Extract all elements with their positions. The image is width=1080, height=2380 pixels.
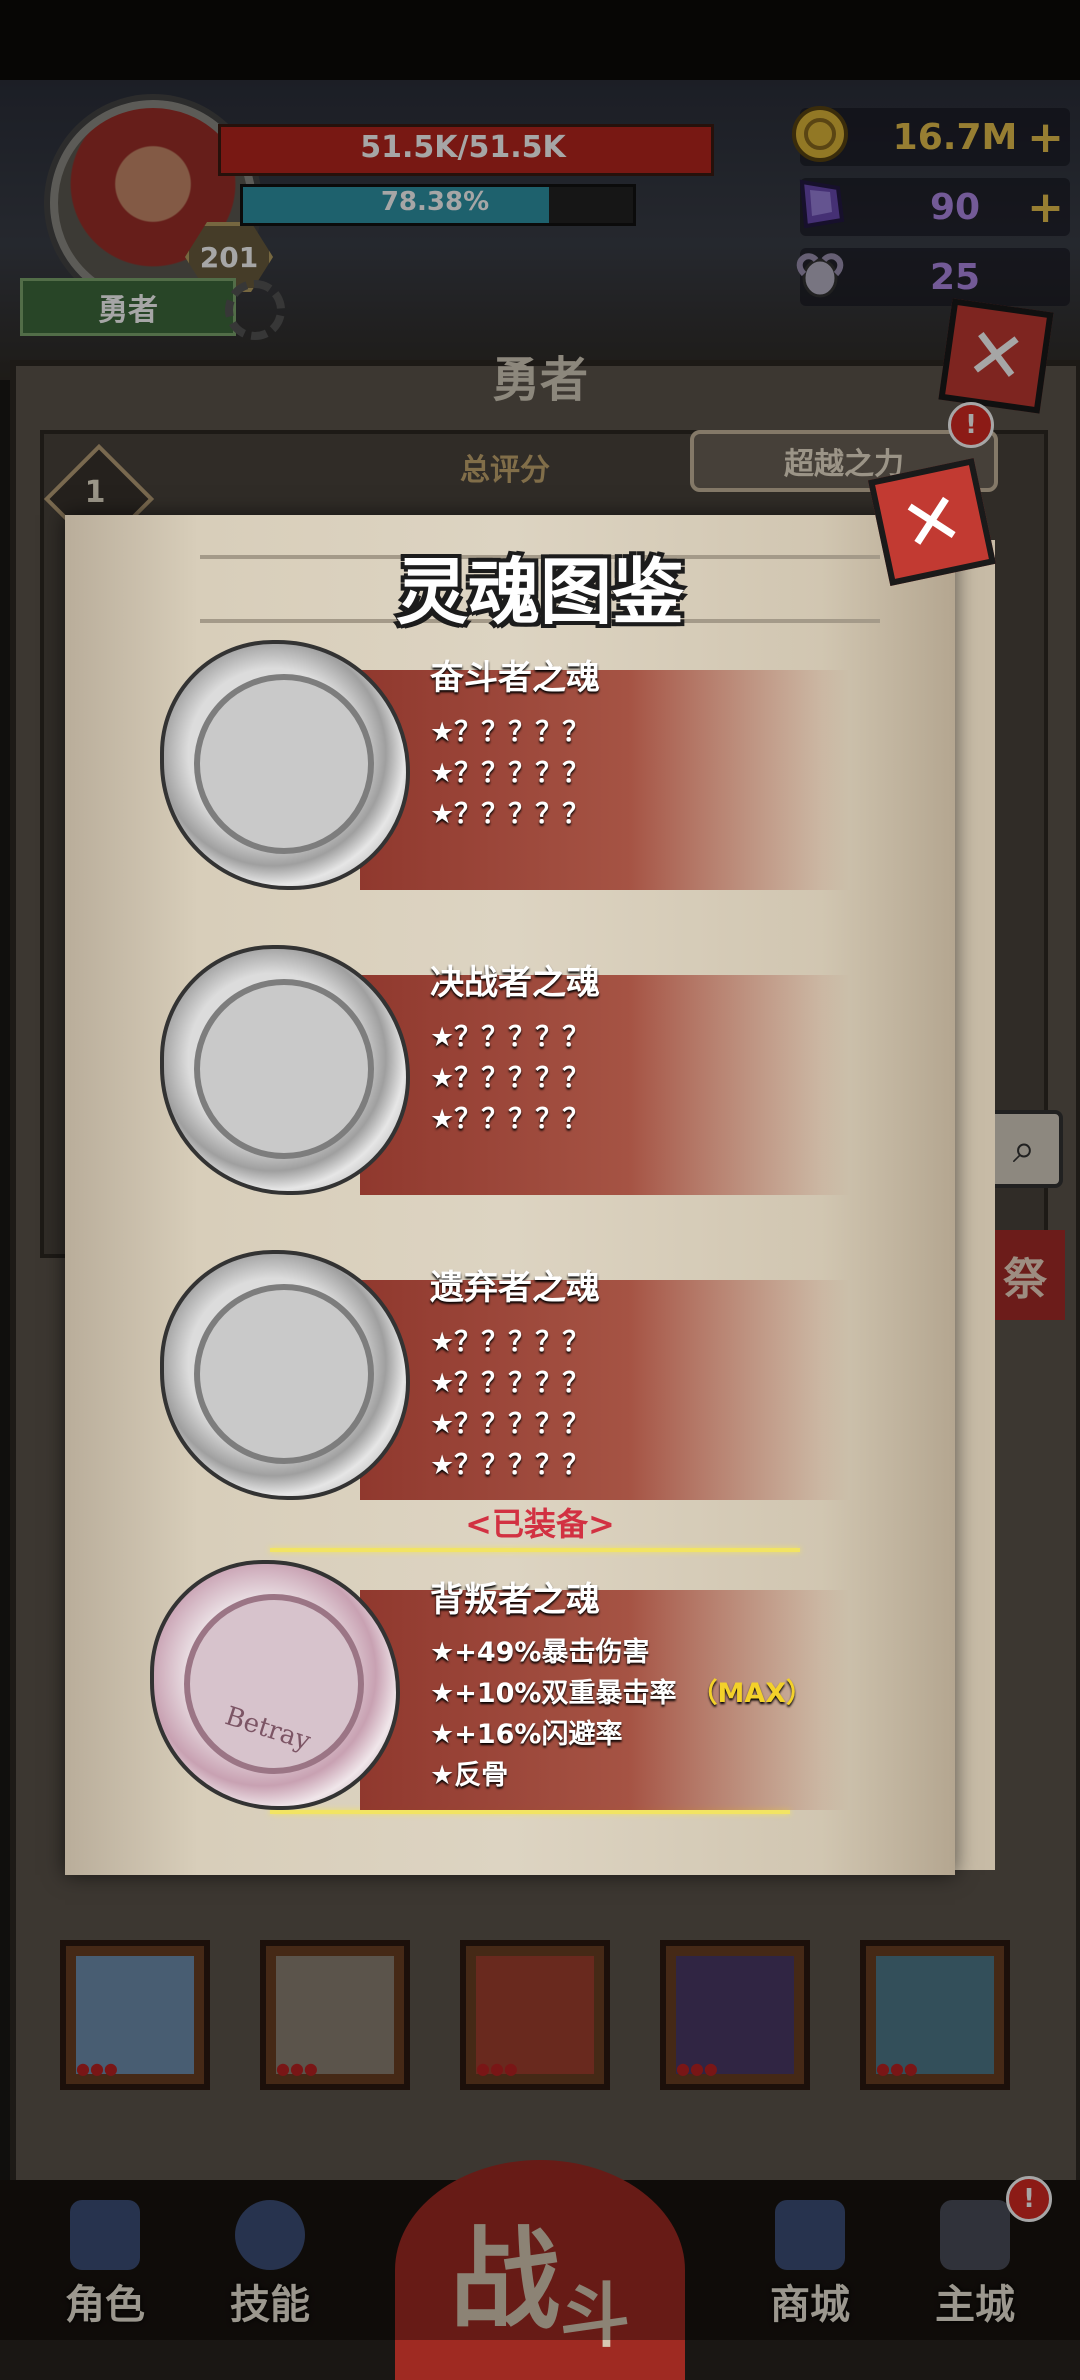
soul-stat-row: ★+10%双重暴击率 （MAX）	[430, 1671, 813, 1710]
soul-stat: ★+49%暴击伤害	[430, 1637, 650, 1668]
soul-name: 背叛者之魂	[430, 1580, 600, 1620]
soul-stat: ★？？？？？	[430, 758, 590, 789]
parchment-edge	[950, 540, 995, 1870]
soul-stat: ★？？？？？	[430, 717, 590, 748]
max-tag: （MAX）	[690, 1678, 814, 1709]
soul-stat: ★+10%双重暴击率	[430, 1678, 677, 1709]
soul-name: 遗弃者之魂	[430, 1268, 600, 1308]
soul-stat: ★？？？？？	[430, 1368, 590, 1399]
soul-name: 决战者之魂	[430, 963, 600, 1003]
modal-close-button[interactable]: ✕	[867, 457, 997, 587]
soul-stat: ★？？？？？	[430, 799, 590, 830]
soul-stat: ★？？？？？	[430, 1409, 590, 1440]
soul-card-traitor[interactable]: Betray 背叛者之魂 ★+49%暴击伤害 ★+10%双重暴击率 （MAX） ★…	[150, 1560, 860, 1820]
equipped-label: <已装备>	[465, 1505, 615, 1543]
modal-title: 灵魂图鉴	[395, 549, 684, 634]
soul-stat: ★？？？？？	[430, 1063, 590, 1094]
soul-card-striver[interactable]: 奋斗者之魂 ★？？？？？ ★？？？？？ ★？？？？？	[160, 640, 860, 900]
equipped-frame-top	[270, 1548, 800, 1552]
soul-stat: ★反骨	[430, 1760, 509, 1791]
soul-name: 奋斗者之魂	[430, 658, 600, 698]
soul-stat: ★？？？？？	[430, 1104, 590, 1135]
soul-stat: ★？？？？？	[430, 1327, 590, 1358]
soul-stat: ★？？？？？	[430, 1022, 590, 1053]
soul-stat: ★？？？？？	[430, 1450, 590, 1481]
soul-stat: ★+16%闪避率	[430, 1719, 623, 1750]
soul-card-duelist[interactable]: 决战者之魂 ★？？？？？ ★？？？？？ ★？？？？？	[160, 945, 860, 1205]
soul-card-abandoned[interactable]: 遗弃者之魂 ★？？？？？ ★？？？？？ ★？？？？？ ★？？？？？	[160, 1250, 860, 1510]
